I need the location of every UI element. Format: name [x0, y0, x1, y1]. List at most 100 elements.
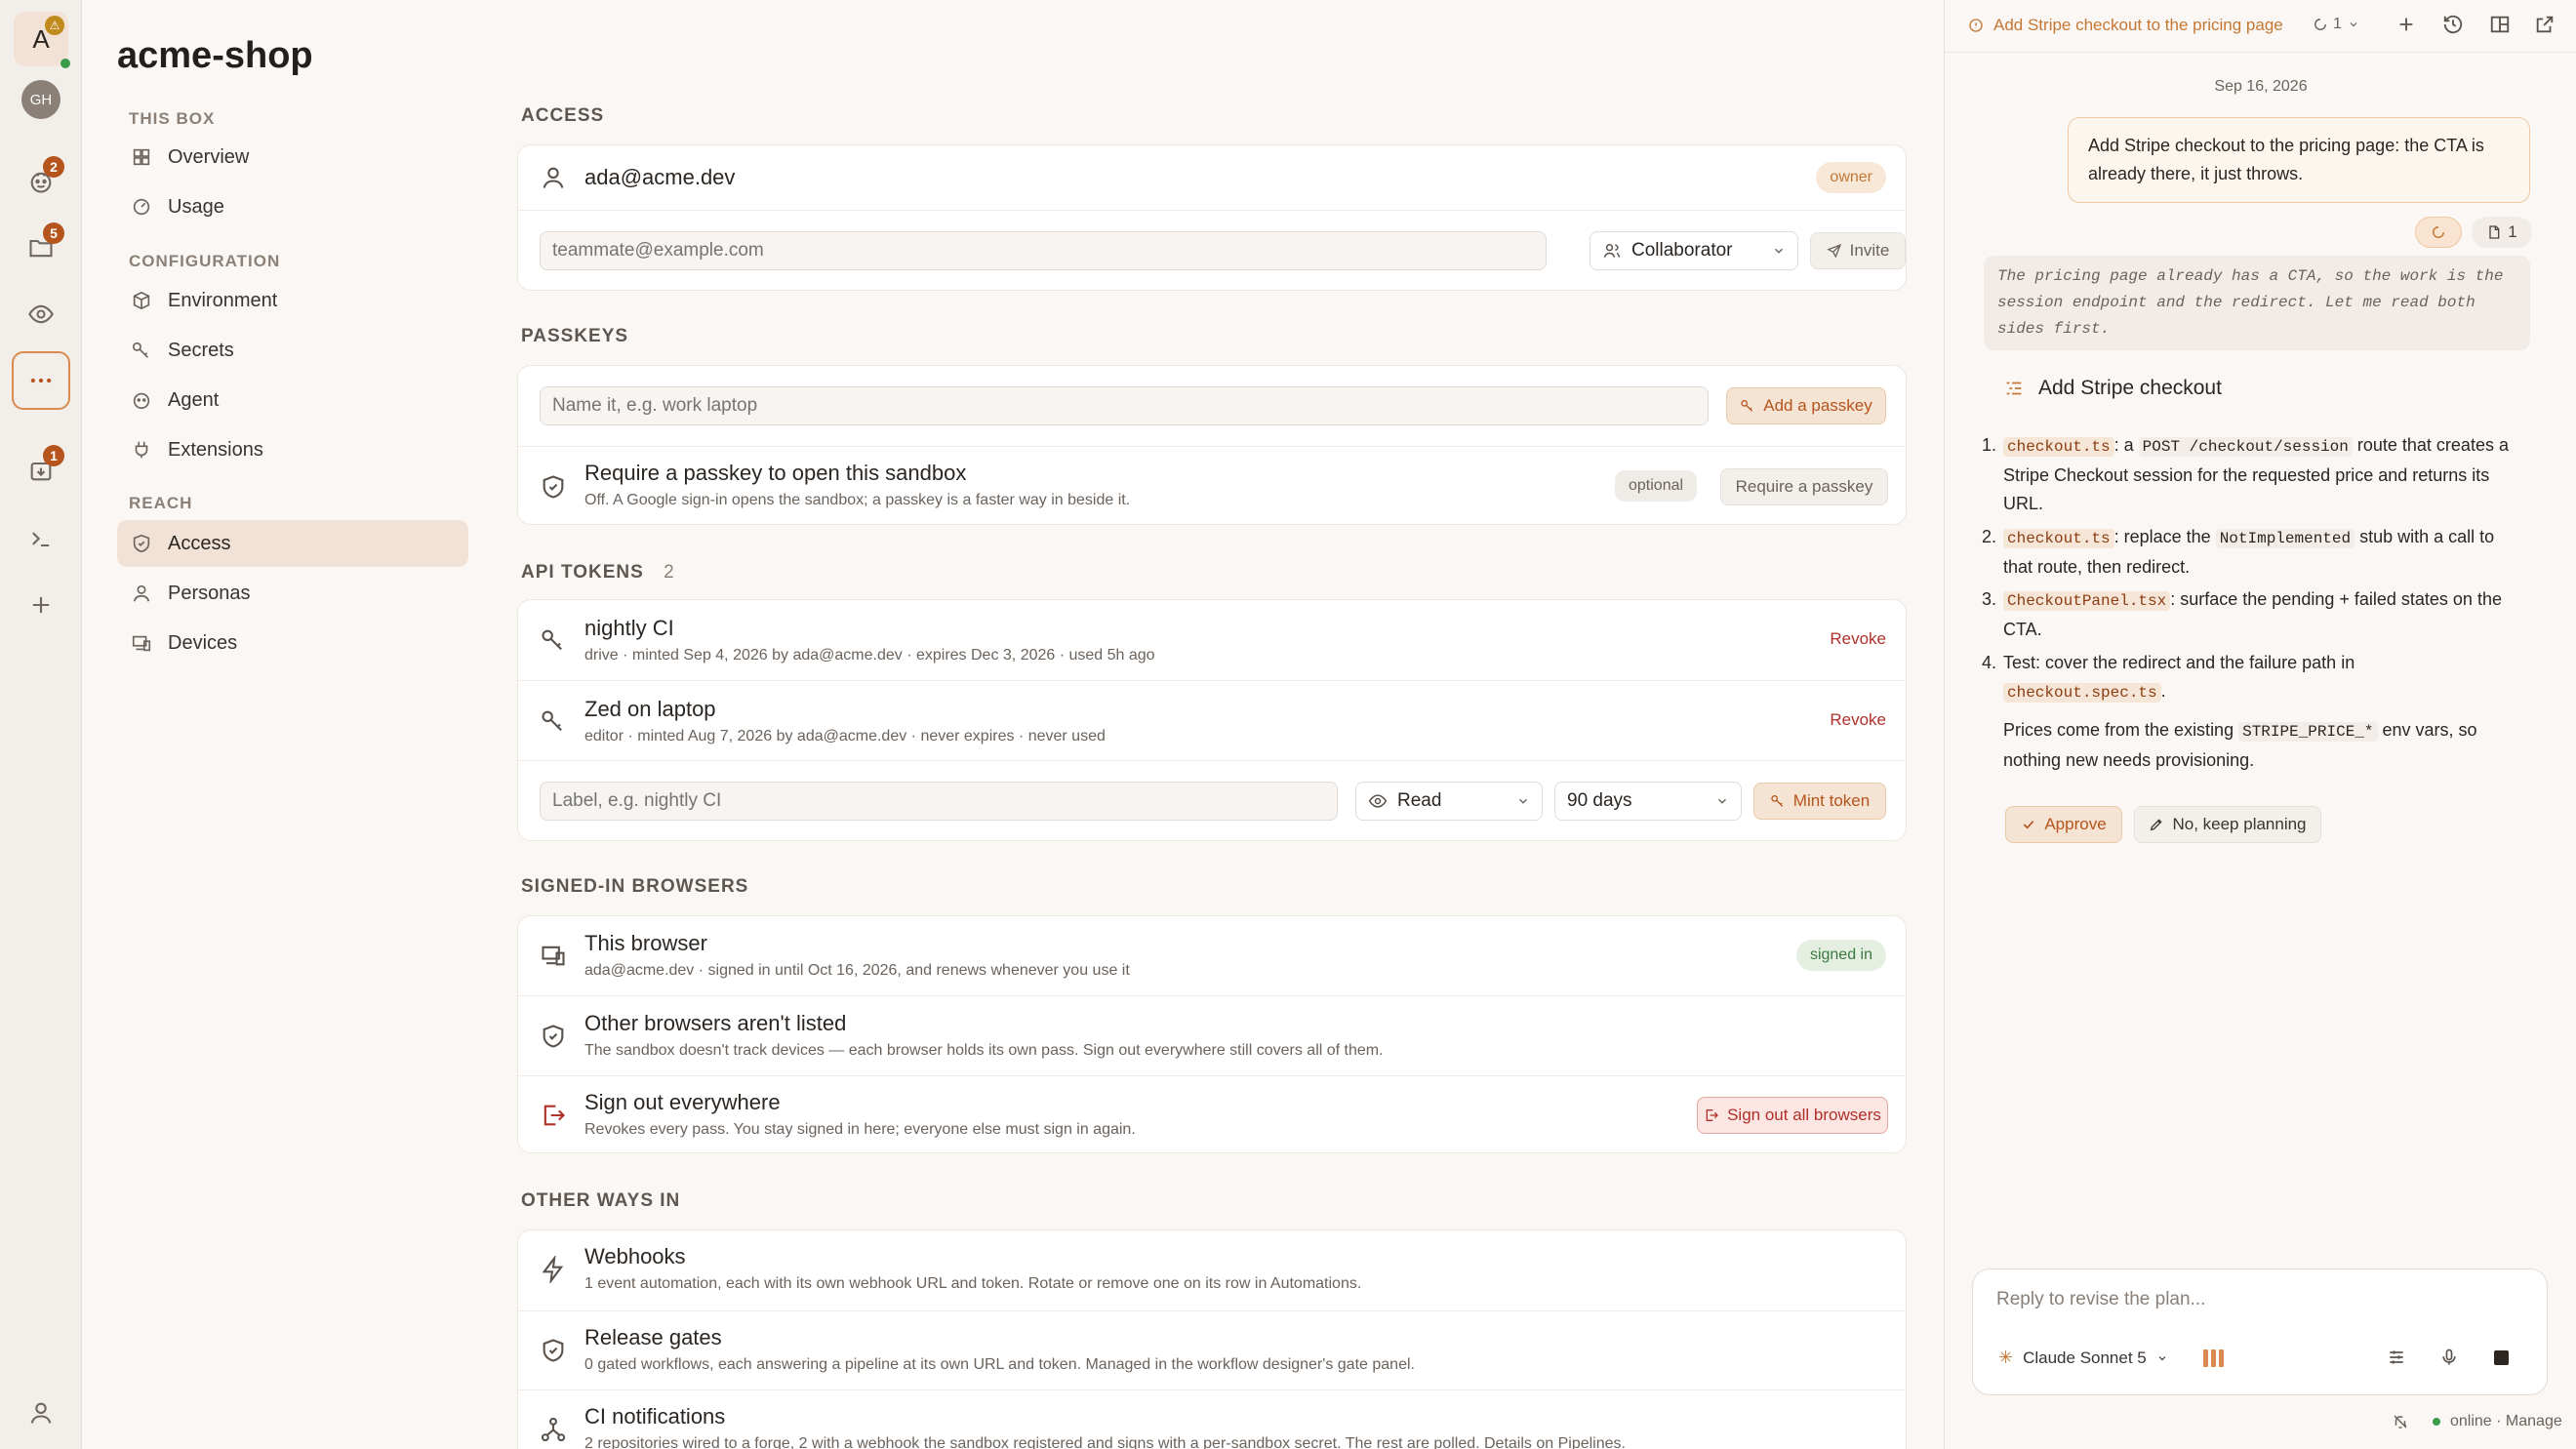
nav-item-agent[interactable]: Agent	[117, 377, 468, 423]
send-icon	[1827, 243, 1841, 259]
effort-meter[interactable]	[2203, 1349, 2224, 1367]
files-badge: 5	[43, 222, 64, 244]
sandbox-name: acme-shop	[117, 35, 313, 76]
network-icon	[541, 1417, 566, 1442]
step-file: checkout.ts	[2003, 529, 2114, 548]
preview-rail-button[interactable]	[12, 285, 70, 343]
token-name: nightly CI	[584, 616, 674, 640]
token-label-input[interactable]	[540, 782, 1338, 821]
invite-button[interactable]: Invite	[1810, 232, 1906, 269]
settings-nav: acme-shop THIS BOX Overview Usage CONFIG…	[82, 0, 492, 1449]
model-selector[interactable]: ✳ Claude Sonnet 5	[1998, 1348, 2168, 1368]
reply-input[interactable]: Reply to revise the plan...	[1996, 1289, 2205, 1310]
browsers-card: This browser ada@acme.dev · signed in un…	[517, 915, 1907, 1153]
chat-date: Sep 16, 2026	[2214, 78, 2308, 95]
other-ways-section-title: OTHER WAYS IN	[521, 1190, 681, 1211]
plan-step: 1. checkout.ts: a POST /checkout/session…	[1982, 431, 2511, 518]
history-icon[interactable]	[2442, 14, 2464, 35]
nav-label: Access	[168, 532, 231, 554]
browsers-section-title: SIGNED-IN BROWSERS	[521, 876, 749, 897]
role-select[interactable]: Collaborator	[1590, 231, 1798, 270]
external-link-icon[interactable]	[2534, 14, 2556, 35]
approve-button[interactable]: Approve	[2005, 806, 2122, 843]
nav-item-devices[interactable]: Devices	[117, 620, 468, 666]
keep-planning-button[interactable]: No, keep planning	[2134, 806, 2321, 843]
passkeys-card: Add a passkey Require a passkey to open …	[517, 365, 1907, 525]
step-text: : replace the	[2113, 527, 2216, 546]
agent-rail-button[interactable]: 2	[12, 152, 70, 211]
files-rail-button[interactable]: 5	[12, 219, 70, 277]
approve-label: Approve	[2044, 815, 2107, 833]
pencil-icon	[2151, 819, 2163, 831]
revoke-token-button[interactable]: Revoke	[1830, 710, 1886, 730]
api-tokens-card: nightly CI drive · minted Sep 4, 2026 by…	[517, 599, 1907, 841]
microphone-icon[interactable]	[2439, 1348, 2459, 1367]
require-passkey-button[interactable]: Require a passkey	[1720, 468, 1888, 505]
terminal-rail-button[interactable]	[12, 509, 70, 568]
online-dot	[60, 59, 70, 68]
add-rail-button[interactable]	[12, 576, 70, 634]
token-meta: drive · minted Sep 4, 2026 by ada@acme.d…	[584, 647, 1155, 664]
terminal-icon	[32, 532, 50, 547]
shield-check-icon	[133, 534, 150, 553]
add-passkey-button[interactable]: Add a passkey	[1726, 387, 1886, 424]
nav-item-environment[interactable]: Environment	[117, 277, 468, 324]
mint-token-button[interactable]: Mint token	[1753, 783, 1886, 820]
account-rail-button[interactable]	[12, 1384, 70, 1442]
other-browsers-subtitle: The sandbox doesn't track devices — each…	[584, 1042, 1384, 1059]
sliders-icon[interactable]	[2387, 1348, 2406, 1367]
more-icon	[30, 378, 52, 383]
session-count-dropdown[interactable]: 1	[2314, 16, 2359, 33]
attached-files-chip[interactable]: 1	[2472, 217, 2532, 248]
webhooks-title: Webhooks	[584, 1244, 686, 1268]
webhooks-subtitle: 1 event automation, each with its own we…	[584, 1275, 1362, 1292]
workspace-avatar[interactable]: A ⚠	[12, 10, 70, 68]
chevron-down-icon	[2158, 1355, 2166, 1360]
shield-check-icon	[543, 1025, 564, 1048]
sign-out-all-browsers-button[interactable]: Sign out all browsers	[1697, 1097, 1888, 1134]
nav-item-usage[interactable]: Usage	[117, 183, 468, 230]
nav-section-this-box: THIS BOX	[129, 109, 216, 128]
release-gates-row[interactable]: Release gates 0 gated workflows, each an…	[518, 1310, 1906, 1389]
sign-out-everywhere-title: Sign out everywhere	[584, 1090, 781, 1114]
nav-item-access[interactable]: Access	[117, 520, 468, 567]
effort-bar	[2211, 1349, 2216, 1367]
step-number: 3.	[1982, 589, 1997, 609]
deploys-rail-button[interactable]: 1	[12, 441, 70, 500]
ci-notifications-title: CI notifications	[584, 1404, 726, 1429]
info-circle-icon	[1969, 19, 1983, 32]
other-ways-card: Webhooks 1 event automation, each with i…	[517, 1229, 1907, 1449]
spinner-icon	[2433, 226, 2444, 238]
token-expiry-select[interactable]: 90 days	[1554, 782, 1742, 821]
ci-notifications-row[interactable]: CI notifications 2 repositories wired to…	[518, 1389, 1906, 1449]
github-avatar[interactable]: GH	[12, 70, 70, 129]
attached-files-count: 1	[2508, 222, 2517, 241]
nav-label: Overview	[168, 145, 250, 168]
layout-icon[interactable]	[2489, 14, 2511, 35]
bell-off-icon	[2394, 1415, 2407, 1429]
step-text: .	[2160, 681, 2166, 701]
grid-icon	[133, 148, 150, 166]
nav-item-overview[interactable]: Overview	[117, 134, 468, 181]
nav-item-extensions[interactable]: Extensions	[117, 426, 468, 473]
passkey-name-input[interactable]	[540, 386, 1709, 425]
webhooks-row[interactable]: Webhooks 1 event automation, each with i…	[518, 1230, 1906, 1310]
nav-item-personas[interactable]: Personas	[117, 570, 468, 617]
revoke-token-button[interactable]: Revoke	[1830, 629, 1886, 649]
connection-status[interactable]: online · Manage	[2392, 1413, 2562, 1430]
chat-tab[interactable]: Add Stripe checkout to the pricing page	[1968, 16, 2283, 35]
nav-item-secrets[interactable]: Secrets	[117, 327, 468, 374]
passkey-add-row: Add a passkey	[518, 366, 1906, 446]
api-tokens-count: 2	[664, 562, 675, 583]
stop-icon[interactable]	[2494, 1350, 2509, 1365]
plus-icon[interactable]	[2395, 14, 2417, 35]
mint-token-row: Read 90 days Mint token	[518, 760, 1906, 842]
token-scope-select[interactable]: Read	[1355, 782, 1543, 821]
sparkle-icon: ✳	[1998, 1348, 2014, 1367]
status-chip[interactable]	[2415, 217, 2462, 248]
shield-check-icon	[543, 475, 564, 499]
more-rail-button[interactable]	[12, 351, 70, 410]
plan-step: 3. CheckoutPanel.tsx: surface the pendin…	[1982, 585, 2511, 644]
invite-email-input[interactable]	[540, 231, 1547, 270]
token-expiry-value: 90 days	[1567, 790, 1632, 811]
